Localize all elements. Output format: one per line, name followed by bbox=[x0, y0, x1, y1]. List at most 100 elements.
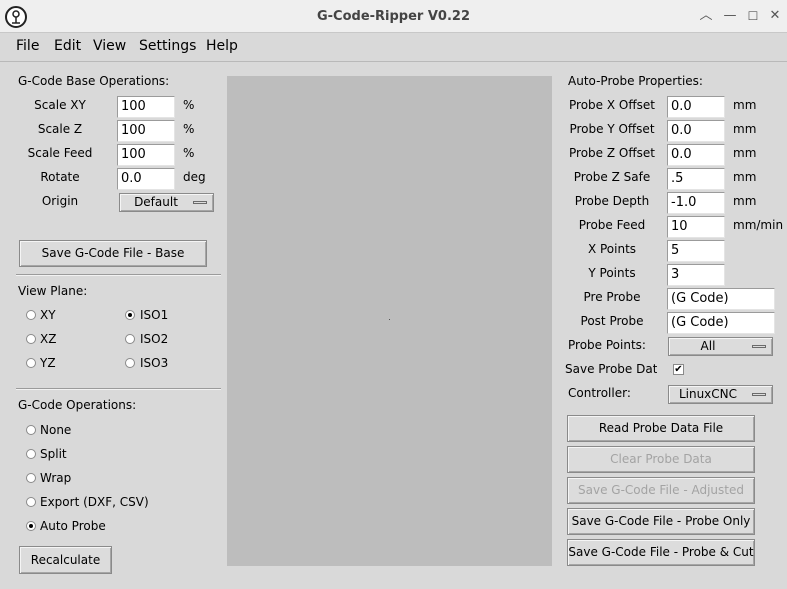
view-yz-label[interactable]: YZ bbox=[40, 356, 56, 370]
gcode-preview-canvas[interactable] bbox=[227, 76, 552, 566]
op-none-radio[interactable] bbox=[26, 425, 36, 435]
chevron-up-icon[interactable]: ︿ bbox=[698, 8, 714, 24]
probe-title: Auto-Probe Properties: bbox=[568, 74, 703, 88]
op-wrap-label[interactable]: Wrap bbox=[40, 471, 71, 485]
probe-z-offset-input[interactable]: 0.0 bbox=[667, 144, 725, 166]
post-probe-label: Post Probe bbox=[580, 314, 644, 328]
clear-probe-data-button[interactable]: Clear Probe Data bbox=[567, 446, 755, 473]
controller-dropdown[interactable]: LinuxCNC bbox=[668, 385, 773, 404]
view-xz-label[interactable]: XZ bbox=[40, 332, 56, 346]
rotate-unit: deg bbox=[183, 170, 206, 184]
probe-depth-label: Probe Depth bbox=[574, 194, 650, 208]
probe-z-offset-label: Probe Z Offset bbox=[569, 146, 655, 160]
probe-depth-unit: mm bbox=[733, 194, 757, 208]
probe-y-offset-input[interactable]: 0.0 bbox=[667, 120, 725, 142]
probe-x-offset-unit: mm bbox=[733, 98, 757, 112]
op-autoprobe-label[interactable]: Auto Probe bbox=[40, 519, 106, 533]
probe-x-offset-input[interactable]: 0.0 bbox=[667, 96, 725, 118]
probe-points-dropdown[interactable]: All bbox=[668, 337, 773, 356]
view-xz-radio[interactable] bbox=[26, 334, 36, 344]
op-split-label[interactable]: Split bbox=[40, 447, 67, 461]
controller-label: Controller: bbox=[568, 386, 631, 400]
y-points-label: Y Points bbox=[588, 266, 636, 280]
probe-feed-input[interactable]: 10 bbox=[667, 216, 725, 238]
op-autoprobe-radio[interactable] bbox=[26, 521, 36, 531]
view-yz-radio[interactable] bbox=[26, 358, 36, 368]
origin-marker bbox=[389, 319, 390, 320]
view-iso1-radio[interactable] bbox=[125, 310, 135, 320]
probe-feed-label: Probe Feed bbox=[578, 218, 646, 232]
view-plane-title: View Plane: bbox=[18, 284, 88, 298]
save-gcode-probe-only-button[interactable]: Save G-Code File - Probe Only bbox=[567, 508, 755, 535]
op-none-label[interactable]: None bbox=[40, 423, 71, 437]
origin-dropdown[interactable]: Default bbox=[119, 193, 214, 212]
probe-z-safe-unit: mm bbox=[733, 170, 757, 184]
menu-settings[interactable]: Settings bbox=[139, 38, 196, 54]
save-gcode-adjusted-button[interactable]: Save G-Code File - Adjusted bbox=[567, 477, 755, 504]
scale-z-unit: % bbox=[183, 122, 195, 136]
scale-xy-unit: % bbox=[183, 98, 195, 112]
base-ops-title: G-Code Base Operations: bbox=[18, 74, 170, 88]
save-gcode-probe-cut-button[interactable]: Save G-Code File - Probe & Cut bbox=[567, 539, 755, 566]
maximize-icon[interactable]: ☐ bbox=[745, 8, 761, 24]
x-points-input[interactable]: 5 bbox=[667, 240, 725, 262]
menu-file[interactable]: File bbox=[16, 38, 39, 54]
view-xy-radio[interactable] bbox=[26, 310, 36, 320]
op-split-radio[interactable] bbox=[26, 449, 36, 459]
probe-y-offset-label: Probe Y Offset bbox=[569, 122, 655, 136]
scale-feed-unit: % bbox=[183, 146, 195, 160]
probe-feed-unit: mm/min bbox=[733, 218, 784, 232]
dropdown-indicator-icon bbox=[193, 201, 207, 204]
scale-xy-input[interactable]: 100 bbox=[117, 96, 175, 118]
x-points-label: X Points bbox=[587, 242, 637, 256]
op-wrap-radio[interactable] bbox=[26, 473, 36, 483]
save-probe-data-checkbox[interactable]: ✔ bbox=[673, 364, 684, 375]
probe-z-offset-unit: mm bbox=[733, 146, 757, 160]
dropdown-indicator-icon bbox=[752, 345, 766, 348]
view-iso2-label[interactable]: ISO2 bbox=[140, 332, 168, 346]
recalculate-button[interactable]: Recalculate bbox=[19, 546, 112, 574]
gcode-ops-title: G-Code Operations: bbox=[18, 398, 137, 412]
view-xy-label[interactable]: XY bbox=[40, 308, 56, 322]
view-iso1-label[interactable]: ISO1 bbox=[140, 308, 168, 322]
scale-z-input[interactable]: 100 bbox=[117, 120, 175, 142]
probe-points-label: Probe Points: bbox=[568, 338, 646, 352]
origin-value: Default bbox=[134, 195, 178, 209]
post-probe-input[interactable]: (G Code) bbox=[667, 312, 775, 334]
op-export-label[interactable]: Export (DXF, CSV) bbox=[40, 495, 149, 509]
probe-z-safe-input[interactable]: .5 bbox=[667, 168, 725, 190]
minimize-icon[interactable]: — bbox=[722, 8, 738, 24]
scale-feed-input[interactable]: 100 bbox=[117, 144, 175, 166]
pre-probe-label: Pre Probe bbox=[583, 290, 641, 304]
save-gcode-base-button[interactable]: Save G-Code File - Base bbox=[19, 240, 207, 267]
view-iso3-label[interactable]: ISO3 bbox=[140, 356, 168, 370]
window-title: G-Code-Ripper V0.22 bbox=[316, 9, 471, 24]
scale-z-label: Scale Z bbox=[37, 122, 83, 136]
rotate-input[interactable]: 0.0 bbox=[117, 168, 175, 190]
separator bbox=[16, 388, 221, 390]
read-probe-data-button[interactable]: Read Probe Data File bbox=[567, 415, 755, 442]
pre-probe-input[interactable]: (G Code) bbox=[667, 288, 775, 310]
op-export-radio[interactable] bbox=[26, 497, 36, 507]
view-iso3-radio[interactable] bbox=[125, 358, 135, 368]
probe-x-offset-label: Probe X Offset bbox=[569, 98, 655, 112]
probe-depth-input[interactable]: -1.0 bbox=[667, 192, 725, 214]
close-icon[interactable]: ✕ bbox=[767, 8, 783, 24]
menu-help[interactable]: Help bbox=[206, 38, 238, 54]
probe-points-value: All bbox=[700, 339, 716, 353]
rotate-label: Rotate bbox=[40, 170, 80, 184]
dropdown-indicator-icon bbox=[752, 393, 766, 396]
y-points-input[interactable]: 3 bbox=[667, 264, 725, 286]
controller-value: LinuxCNC bbox=[678, 387, 738, 401]
view-iso2-radio[interactable] bbox=[125, 334, 135, 344]
title-bar[interactable]: G-Code-Ripper V0.22 ︿ — ☐ ✕ bbox=[0, 0, 787, 33]
menu-bar: File Edit View Settings Help bbox=[0, 33, 787, 62]
scale-xy-label: Scale XY bbox=[34, 98, 86, 112]
scale-feed-label: Scale Feed bbox=[27, 146, 93, 160]
probe-z-safe-label: Probe Z Safe bbox=[573, 170, 651, 184]
save-probe-data-label: Save Probe Data bbox=[565, 362, 657, 376]
probe-y-offset-unit: mm bbox=[733, 122, 757, 136]
menu-edit[interactable]: Edit bbox=[54, 38, 81, 54]
menu-view[interactable]: View bbox=[93, 38, 126, 54]
separator bbox=[16, 274, 221, 276]
